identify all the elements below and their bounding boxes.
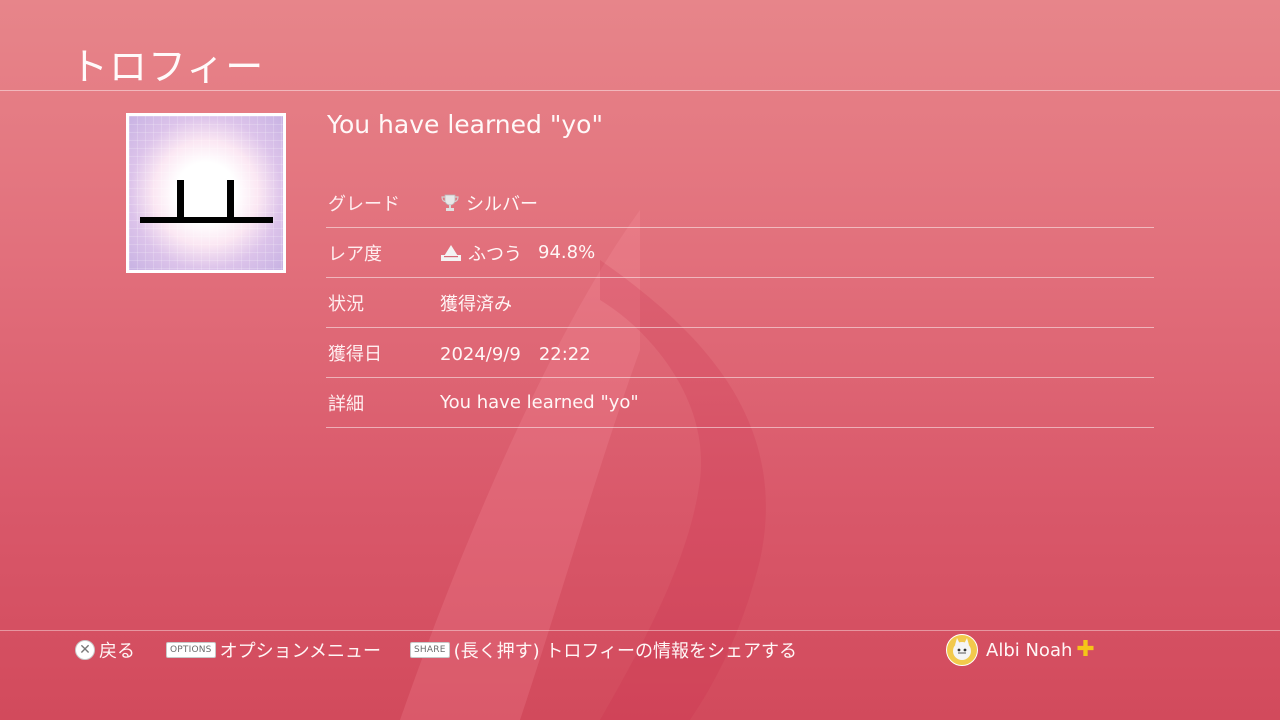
back-label: 戻る — [99, 641, 135, 662]
rarity-value: ふつう 94.8% — [440, 240, 595, 266]
options-button-icon: OPTIONS — [166, 642, 216, 658]
footer-divider — [0, 630, 1280, 631]
cross-button-icon: ✕ — [75, 640, 95, 660]
description-value: You have learned "yo" — [440, 392, 639, 413]
trophy-details-table: グレード シルバー レア度 ふつう 94.8% 状況 獲得済み 獲得日 2024… — [326, 178, 1154, 428]
footer-bar: ✕ 戻る OPTIONS オプションメニュー SHARE (長く押す) トロフィ… — [0, 634, 1280, 666]
rarity-pyramid-icon — [441, 244, 461, 261]
header-divider — [0, 90, 1280, 91]
share-label: (長く押す) トロフィーの情報をシェアする — [453, 641, 797, 662]
yo-glyph-icon — [140, 180, 273, 223]
ps-plus-icon: ✚ — [1076, 637, 1095, 662]
detail-row-grade: グレード シルバー — [326, 178, 1154, 228]
grade-label: グレード — [328, 193, 400, 215]
trophy-name: You have learned "yo" — [327, 110, 603, 139]
status-value: 獲得済み — [440, 293, 512, 315]
trophy-image — [126, 113, 286, 273]
detail-row-date: 獲得日 2024/9/9 22:22 — [326, 328, 1154, 378]
description-label: 詳細 — [328, 393, 364, 415]
rarity-percent: 94.8% — [538, 242, 596, 263]
status-label: 状況 — [328, 293, 364, 315]
grade-text: シルバー — [466, 193, 538, 215]
date-value: 2024/9/9 22:22 — [440, 343, 591, 365]
silver-trophy-icon — [441, 194, 459, 211]
rarity-label: レア度 — [328, 243, 382, 265]
avatar — [946, 634, 978, 666]
back-hint[interactable]: ✕ 戻る — [75, 637, 135, 663]
options-label: オプションメニュー — [219, 641, 382, 662]
user-profile[interactable]: Albi Noah ✚ — [946, 634, 1095, 666]
date-label: 獲得日 — [328, 343, 382, 365]
options-hint[interactable]: OPTIONS オプションメニュー — [166, 637, 381, 663]
avatar-cat-icon — [953, 638, 971, 660]
share-button-icon: SHARE — [410, 642, 450, 658]
grade-value: シルバー — [440, 190, 538, 216]
detail-row-description: 詳細 You have learned "yo" — [326, 378, 1154, 428]
detail-row-status: 状況 獲得済み — [326, 278, 1154, 328]
page-title: トロフィー — [70, 45, 265, 89]
rarity-text: ふつう — [468, 243, 522, 265]
detail-row-rarity: レア度 ふつう 94.8% — [326, 228, 1154, 278]
user-name: Albi Noah — [986, 639, 1073, 661]
share-hint[interactable]: SHARE (長く押す) トロフィーの情報をシェアする — [410, 637, 797, 663]
